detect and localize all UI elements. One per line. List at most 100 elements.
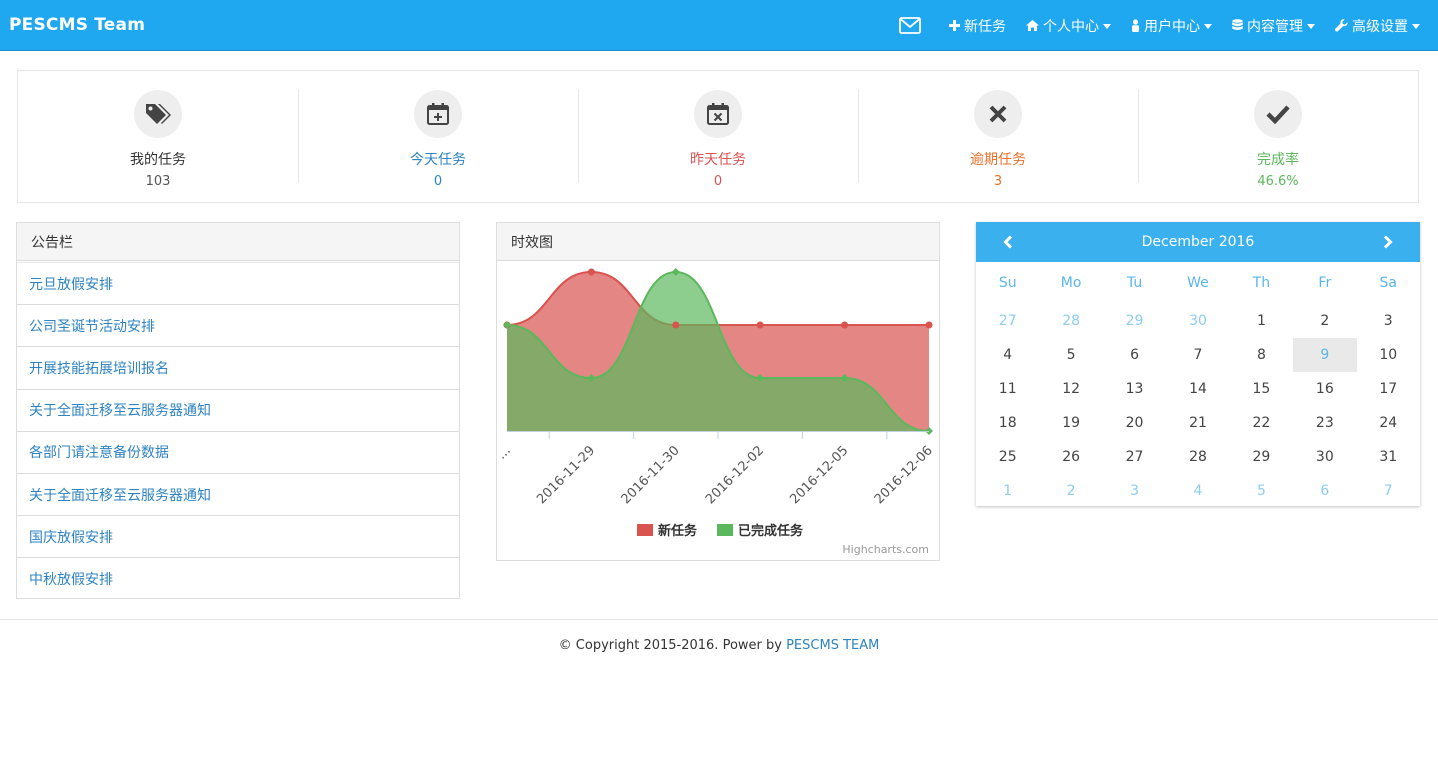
stat-today-tasks[interactable]: 今天任务 0 xyxy=(298,71,578,202)
calendar-day[interactable]: 24 xyxy=(1357,406,1420,440)
footer-link[interactable]: PESCMS TEAM xyxy=(786,638,879,653)
nav-advanced-settings-label: 高级设置 xyxy=(1352,18,1408,35)
calendar-day[interactable]: 20 xyxy=(1103,406,1166,440)
calendar-day[interactable]: 7 xyxy=(1357,474,1420,508)
stat-overdue-tasks[interactable]: 逾期任务 3 xyxy=(858,71,1138,202)
x-tick-label: 2016-12-06 xyxy=(872,443,936,507)
brand-title[interactable]: PESCMS Team xyxy=(9,15,145,35)
stat-label: 完成率 xyxy=(1257,152,1299,168)
stat-value: 0 xyxy=(433,174,443,189)
notice-list: 元旦放假安排 公司圣诞节活动安排 开展技能拓展培训报名 关于全面迁移至云服务器通… xyxy=(17,262,459,600)
notice-item[interactable]: 中秋放假安排 xyxy=(17,557,459,599)
calendar-day[interactable]: 29 xyxy=(1103,304,1166,338)
calendar-day[interactable]: 28 xyxy=(1166,440,1229,474)
task-stats-panel: 我的任务 103 今天任务 0 昨天任务 0 逾期任务 3 完成率 46.6% xyxy=(17,70,1419,203)
calendar-day[interactable]: 6 xyxy=(1103,338,1166,372)
calendar-day[interactable]: 12 xyxy=(1039,372,1102,406)
calendar-day[interactable]: 14 xyxy=(1166,372,1229,406)
notice-item[interactable]: 开展技能拓展培训报名 xyxy=(17,346,459,388)
stat-label: 今天任务 xyxy=(410,152,466,168)
nav-personal-center-label: 个人中心 xyxy=(1043,18,1099,35)
calendar-day[interactable]: 21 xyxy=(1166,406,1229,440)
calendar-day[interactable]: 28 xyxy=(1039,304,1102,338)
top-navbar: PESCMS Team 新任务 个人中心 用户中心 内容管理 高级设置 xyxy=(0,0,1438,51)
calendar-day[interactable]: 29 xyxy=(1230,440,1293,474)
calendar-day-today[interactable]: 9 xyxy=(1293,338,1357,372)
legend-label[interactable]: 新任务 xyxy=(658,523,698,539)
notice-item[interactable]: 关于全面迁移至云服务器通知 xyxy=(17,388,459,431)
data-point[interactable] xyxy=(587,268,595,276)
nav-user-center[interactable]: 用户中心 xyxy=(1131,16,1212,36)
chart-credit[interactable]: Highcharts.com xyxy=(842,543,929,556)
calendar-day[interactable]: 1 xyxy=(976,474,1039,508)
legend-swatch[interactable] xyxy=(637,524,653,536)
data-point[interactable] xyxy=(756,321,764,329)
calendar-day[interactable]: 22 xyxy=(1230,406,1293,440)
notice-board-panel: 公告栏 元旦放假安排 公司圣诞节活动安排 开展技能拓展培训报名 关于全面迁移至云… xyxy=(16,222,460,599)
wrench-icon xyxy=(1335,19,1348,32)
calendar-plus-icon xyxy=(414,90,462,138)
calendar-day[interactable]: 15 xyxy=(1230,372,1293,406)
calendar-day[interactable]: 25 xyxy=(976,440,1039,474)
calendar-day[interactable]: 3 xyxy=(1357,304,1420,338)
data-point[interactable] xyxy=(672,321,680,329)
calendar-day[interactable]: 27 xyxy=(1103,440,1166,474)
calendar-day[interactable]: 17 xyxy=(1357,372,1420,406)
calendar-day[interactable]: 27 xyxy=(976,304,1039,338)
calendar-day[interactable]: 6 xyxy=(1293,474,1356,508)
calendar-day[interactable]: 2 xyxy=(1293,304,1356,338)
calendar-day[interactable]: 5 xyxy=(1230,474,1293,508)
mail-button[interactable] xyxy=(899,17,925,34)
page-footer: © Copyright 2015-2016. Power by PESCMS T… xyxy=(0,619,1438,653)
calendar-day[interactable]: 5 xyxy=(1039,338,1102,372)
nav-content-management[interactable]: 内容管理 xyxy=(1232,16,1315,36)
calendar-day[interactable]: 11 xyxy=(976,372,1039,406)
calendar-day[interactable]: 3 xyxy=(1103,474,1166,508)
home-icon xyxy=(1026,20,1039,31)
nav-new-task-label: 新任务 xyxy=(964,18,1006,35)
calendar-day[interactable]: 7 xyxy=(1166,338,1229,372)
calendar-day[interactable]: 4 xyxy=(976,338,1039,372)
calendar-times-icon xyxy=(694,90,742,138)
nav-menu: 新任务 个人中心 用户中心 内容管理 高级设置 xyxy=(899,0,1420,51)
calendar-day[interactable]: 2 xyxy=(1039,474,1102,508)
stat-my-tasks[interactable]: 我的任务 103 xyxy=(18,71,298,202)
notice-item[interactable]: 关于全面迁移至云服务器通知 xyxy=(17,472,459,515)
calendar-day[interactable]: 8 xyxy=(1230,338,1293,372)
calendar-day[interactable]: 31 xyxy=(1357,440,1420,474)
calendar-day[interactable]: 30 xyxy=(1293,440,1356,474)
chevron-left-icon xyxy=(1003,235,1013,249)
stat-completion-rate[interactable]: 完成率 46.6% xyxy=(1138,71,1418,202)
notice-item[interactable]: 各部门请注意备份数据 xyxy=(17,430,459,473)
calendar-day[interactable]: 1 xyxy=(1230,304,1293,338)
calendar-day[interactable]: 16 xyxy=(1293,372,1356,406)
legend-swatch[interactable] xyxy=(717,524,733,536)
nav-new-task[interactable]: 新任务 xyxy=(949,16,1006,36)
notice-item[interactable]: 国庆放假安排 xyxy=(17,515,459,557)
calendar-day[interactable]: 23 xyxy=(1293,406,1356,440)
legend-label[interactable]: 已完成任务 xyxy=(738,523,804,539)
stat-yesterday-tasks[interactable]: 昨天任务 0 xyxy=(578,71,858,202)
nav-personal-center[interactable]: 个人中心 xyxy=(1026,16,1111,36)
notice-item[interactable]: 元旦放假安排 xyxy=(17,262,459,304)
notice-item[interactable]: 公司圣诞节活动安排 xyxy=(17,304,459,346)
calendar-day[interactable]: 13 xyxy=(1103,372,1166,406)
calendar-header: December 2016 xyxy=(976,222,1420,262)
footer-copyright: © Copyright 2015-2016. Power by xyxy=(558,638,787,653)
tags-icon xyxy=(134,90,182,138)
data-point[interactable] xyxy=(925,321,933,329)
calendar-day[interactable]: 4 xyxy=(1166,474,1229,508)
calendar-day[interactable]: 30 xyxy=(1166,304,1229,338)
nav-advanced-settings[interactable]: 高级设置 xyxy=(1335,16,1420,36)
data-point[interactable] xyxy=(841,321,849,329)
calendar-day[interactable]: 18 xyxy=(976,406,1039,440)
chevron-down-icon xyxy=(1204,24,1212,29)
calendar-day[interactable]: 10 xyxy=(1357,338,1420,372)
calendar-next-button[interactable] xyxy=(1378,232,1398,252)
calendar-day[interactable]: 26 xyxy=(1039,440,1102,474)
calendar-day[interactable]: 19 xyxy=(1039,406,1102,440)
calendar-month-label[interactable]: December 2016 xyxy=(1142,234,1255,250)
calendar-prev-button[interactable] xyxy=(998,232,1018,252)
chart-panel-title: 时效图 xyxy=(497,223,939,261)
calendar-weekday: Tu xyxy=(1126,275,1143,291)
